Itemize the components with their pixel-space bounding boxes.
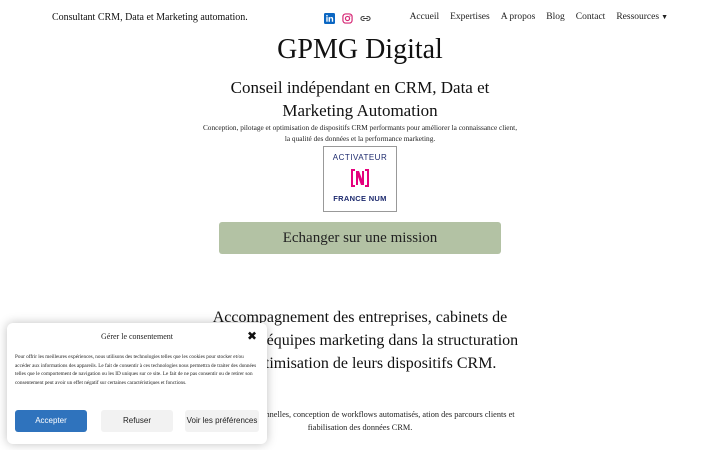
social-links [323,12,371,24]
nav-apropos[interactable]: A propos [501,12,536,22]
nav-ressources[interactable]: Ressources ▼ [616,12,668,22]
france-num-logo-icon [349,167,371,189]
accept-button[interactable]: Accepter [15,410,87,432]
site-header: Consultant CRM, Data et Marketing automa… [0,0,720,36]
site-title[interactable]: Consultant CRM, Data et Marketing automa… [52,12,248,23]
preferences-button[interactable]: Voir les préférences [185,410,259,432]
cookie-consent-dialog: Gérer le consentement ✖ Pour offrir les … [7,323,267,444]
cookie-title: Gérer le consentement [101,332,173,341]
nav-blog[interactable]: Blog [546,12,564,22]
close-icon[interactable]: ✖ [247,329,257,343]
nav-accueil[interactable]: Accueil [410,12,440,22]
france-num-badge: ACTIVATEUR FRANCE NUM [323,146,397,212]
nav-contact[interactable]: Contact [576,12,606,22]
hero-subtitle: Conseil indépendant en CRM, Data et Mark… [230,78,490,120]
refuse-button[interactable]: Refuser [101,410,173,432]
main-nav: Accueil Expertises A propos Blog Contact… [410,12,668,22]
cta-button[interactable]: Echanger sur une mission [219,222,501,254]
page-title: GPMG Digital [277,34,443,65]
chevron-down-icon: ▼ [661,13,668,21]
nav-expertises[interactable]: Expertises [450,12,490,22]
hero-description: Conception, pilotage et optimisation de … [202,123,518,143]
nav-ressources-label: Ressources [616,12,660,22]
badge-bottom-text: FRANCE NUM [333,194,387,203]
linkedin-icon[interactable] [323,12,335,24]
instagram-icon[interactable] [341,12,353,24]
link-icon[interactable] [359,12,371,24]
cookie-text: Pour offrir les meilleures expériences, … [15,354,257,386]
badge-top-text: ACTIVATEUR [332,153,388,162]
